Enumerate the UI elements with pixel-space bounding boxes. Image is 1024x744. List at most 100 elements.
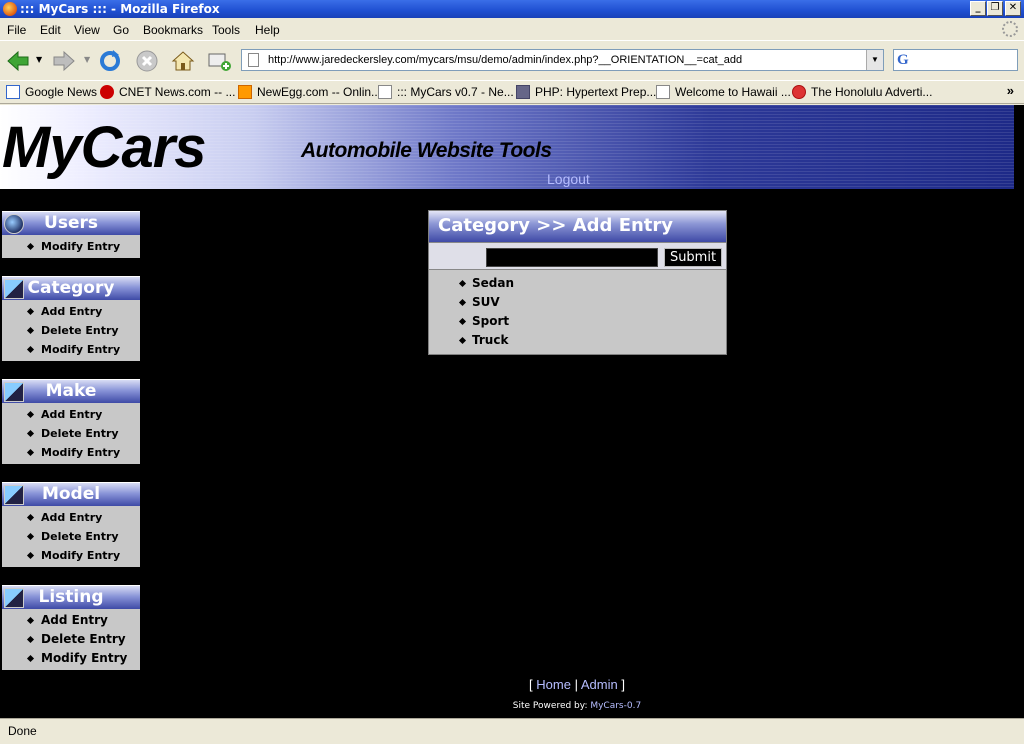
- url-bar[interactable]: http://www.jaredeckersley.com/mycars/msu…: [241, 49, 884, 71]
- sidebar-make-delete-entry[interactable]: Delete Entry: [2, 424, 140, 443]
- bookmark-cnet[interactable]: CNET News.com -- ...: [100, 85, 235, 99]
- bullet-icon: [458, 317, 467, 326]
- throbber-icon: [1002, 21, 1018, 37]
- add-category-form: Submit: [429, 242, 726, 270]
- bullet-icon: [26, 551, 35, 560]
- site-logo: MyCars: [2, 115, 207, 180]
- bookmark-hawaii[interactable]: Welcome to Hawaii ...: [656, 85, 791, 99]
- bookmark-google-news[interactable]: Google News: [6, 85, 97, 99]
- sidebar-section-category: Category Add Entry Delete Entry Modify E…: [2, 276, 140, 361]
- sidebar-make-modify-entry[interactable]: Modify Entry: [2, 443, 140, 462]
- add-category-panel: Category >> Add Entry Submit Sedan SUV S…: [428, 210, 727, 355]
- search-box[interactable]: G: [893, 49, 1018, 71]
- bookmark-newegg[interactable]: NewEgg.com -- Onlin...: [238, 85, 381, 99]
- sidebar-header-make: Make: [2, 379, 140, 403]
- menu-help[interactable]: Help: [255, 23, 280, 37]
- sidebar-header-users: Users: [2, 211, 140, 235]
- footer-bracket-close: ]: [617, 677, 625, 692]
- menu-view[interactable]: View: [74, 23, 100, 37]
- sidebar-model-delete-entry[interactable]: Delete Entry: [2, 527, 140, 546]
- url-dropdown-icon[interactable]: ▼: [866, 50, 883, 70]
- back-dropdown-icon[interactable]: ▼: [36, 55, 42, 64]
- bullet-icon: [458, 298, 467, 307]
- bullet-icon: [26, 532, 35, 541]
- footer-separator: |: [570, 677, 581, 692]
- sidebar-header-category: Category: [2, 276, 140, 300]
- bookmark-php[interactable]: PHP: Hypertext Prep...: [516, 85, 656, 99]
- new-tab-icon[interactable]: [207, 49, 231, 73]
- sidebar-header-listing: Listing: [2, 585, 140, 609]
- bullet-icon: [26, 513, 35, 522]
- php-icon: [516, 85, 530, 99]
- bookmarks-overflow-icon[interactable]: »: [1007, 83, 1014, 98]
- sidebar-category-modify-entry[interactable]: Modify Entry: [2, 340, 140, 359]
- sidebar-section-model: Model Add Entry Delete Entry Modify Entr…: [2, 482, 140, 567]
- page-icon: [378, 85, 392, 99]
- sidebar-make-add-entry[interactable]: Add Entry: [2, 405, 140, 424]
- sidebar-listing-delete-entry[interactable]: Delete Entry: [2, 630, 140, 649]
- maximize-button[interactable]: ❐: [987, 1, 1003, 16]
- sidebar-category-delete-entry[interactable]: Delete Entry: [2, 321, 140, 340]
- bullet-icon: [26, 635, 35, 644]
- submit-button[interactable]: Submit: [664, 248, 722, 267]
- minimize-button[interactable]: _: [970, 1, 986, 16]
- bullet-icon: [26, 654, 35, 663]
- site-banner: MyCars Automobile Website Tools Logout: [0, 105, 1014, 189]
- site-tagline: Automobile Website Tools: [301, 139, 552, 162]
- logout-link[interactable]: Logout: [547, 171, 590, 187]
- close-button[interactable]: ✕: [1005, 1, 1021, 16]
- cube-icon: [4, 382, 24, 402]
- menu-go[interactable]: Go: [113, 23, 129, 37]
- powered-by-label: Site Powered by:: [512, 701, 591, 711]
- forward-arrow-icon[interactable]: [52, 49, 76, 73]
- sidebar-users-modify-entry[interactable]: Modify Entry: [2, 237, 140, 256]
- page-icon: [248, 53, 259, 67]
- url-text[interactable]: http://www.jaredeckersley.com/mycars/msu…: [268, 50, 742, 70]
- category-list-item: Truck: [429, 331, 726, 350]
- bullet-icon: [26, 307, 35, 316]
- category-name-input[interactable]: [486, 248, 658, 267]
- bookmark-honolulu[interactable]: The Honolulu Adverti...: [792, 85, 932, 99]
- sidebar-listing-add-entry[interactable]: Add Entry: [2, 611, 140, 630]
- menu-bookmarks[interactable]: Bookmarks: [143, 23, 203, 37]
- globe-icon: [4, 214, 24, 234]
- google-icon: [6, 85, 20, 99]
- sidebar-listing-modify-entry[interactable]: Modify Entry: [2, 649, 140, 668]
- firefox-icon: [3, 2, 17, 16]
- sidebar-section-make: Make Add Entry Delete Entry Modify Entry: [2, 379, 140, 464]
- bookmarks-toolbar: Google News CNET News.com -- ... NewEgg.…: [0, 80, 1024, 104]
- sidebar-header-model: Model: [2, 482, 140, 506]
- footer-admin-link[interactable]: Admin: [581, 677, 618, 692]
- flower-icon: [792, 85, 806, 99]
- menu-tools[interactable]: Tools: [212, 23, 240, 37]
- footer-home-link[interactable]: Home: [536, 677, 571, 692]
- panel-title: Category >> Add Entry: [429, 211, 726, 242]
- home-icon[interactable]: [171, 49, 195, 73]
- bullet-icon: [26, 345, 35, 354]
- menu-file[interactable]: File: [7, 23, 26, 37]
- bullet-icon: [26, 448, 35, 457]
- mycars-version-link[interactable]: MyCars-0.7: [590, 701, 641, 711]
- bullet-icon: [26, 616, 35, 625]
- newegg-icon: [238, 85, 252, 99]
- bullet-icon: [26, 326, 35, 335]
- category-list-item: Sport: [429, 312, 726, 331]
- stop-icon[interactable]: [135, 49, 159, 73]
- sidebar-section-listing: Listing Add Entry Delete Entry Modify En…: [2, 585, 140, 670]
- bullet-icon: [26, 410, 35, 419]
- google-search-icon[interactable]: G: [897, 52, 909, 68]
- category-list-item: Sedan: [429, 274, 726, 293]
- forward-dropdown-icon[interactable]: ▼: [84, 55, 90, 64]
- cube-icon: [4, 279, 24, 299]
- status-text: Done: [8, 724, 37, 738]
- sidebar-model-add-entry[interactable]: Add Entry: [2, 508, 140, 527]
- menu-edit[interactable]: Edit: [40, 23, 61, 37]
- bookmark-mycars[interactable]: ::: MyCars v0.7 - Ne...: [378, 85, 514, 99]
- bullet-icon: [458, 279, 467, 288]
- sidebar-category-add-entry[interactable]: Add Entry: [2, 302, 140, 321]
- page-icon: [656, 85, 670, 99]
- sidebar-model-modify-entry[interactable]: Modify Entry: [2, 546, 140, 565]
- reload-icon[interactable]: [98, 49, 122, 73]
- bullet-icon: [26, 242, 35, 251]
- back-arrow-icon[interactable]: [6, 49, 30, 73]
